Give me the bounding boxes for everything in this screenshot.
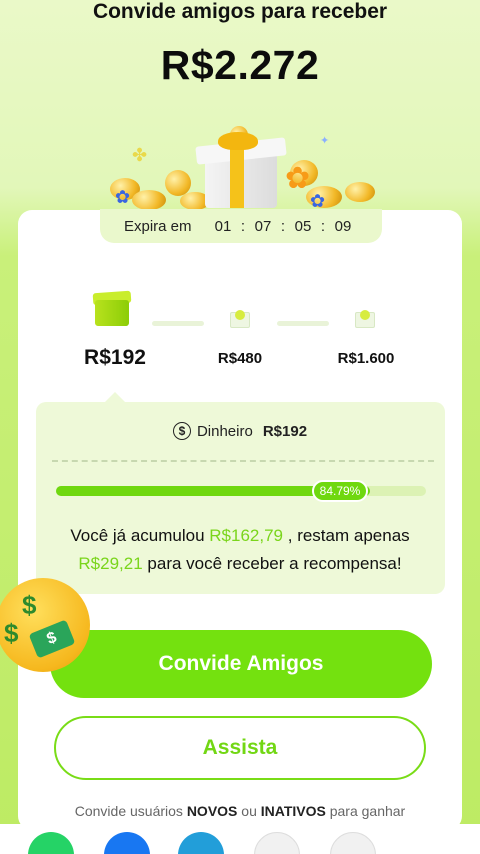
tier-connector [152,321,204,326]
invite-note: Convide usuários NOVOS ou INATIVOS para … [0,803,480,819]
message-prefix: Você já acumulou [70,526,205,545]
progress-percent-badge: 84.79% [312,480,368,502]
emoji-eye: $ [4,618,19,648]
sparkle-icon: ✦ [320,135,330,147]
note-new: NOVOS [186,803,238,819]
countdown-seconds: 09 [334,217,352,235]
gift-illustration: ✿ ✿ ✿ ✤ ✦ [110,126,380,215]
tier-amount-current[interactable]: R$192 [70,346,160,370]
remaining-amount: R$29,21 [78,554,143,573]
note-or: ou [241,803,257,819]
emoji-eye: $ [22,590,37,620]
progress-message: Você já acumulou R$162,79 , restam apena… [50,522,430,578]
gift-box-icon[interactable] [92,290,133,326]
money-face-emoji-icon[interactable]: $ $ $ [0,578,90,672]
flower-icon: ✿ [115,187,131,207]
dollar-icon: $ [172,422,191,440]
gift-box-icon[interactable] [227,304,253,330]
message-middle: , restam apenas [287,526,410,545]
page-title: Convide amigos para receber [92,0,388,23]
expiry-label: Expira em [124,217,192,235]
message-suffix: para você receber a recompensa! [147,554,402,573]
note-prefix: Convide usuários [74,803,183,819]
expiry-countdown: Expira em 01 : 07 : 05 : 09 [100,209,382,243]
accumulated-amount: R$162,79 [209,526,284,545]
countdown-minutes: 05 [294,217,312,235]
reward-amount: R$2.272 [160,42,320,88]
gift-box-icon[interactable] [352,304,378,330]
tier-connector [277,321,329,326]
tier-amount[interactable]: R$1.600 [320,350,412,367]
countdown-separator: : [320,217,326,235]
watch-button[interactable]: Assista [54,716,426,780]
cash-label: Dinheiro [196,422,253,440]
divider [52,460,434,462]
tier-amount[interactable]: R$480 [200,350,280,367]
cash-reward-row: $ Dinheiro R$192 [0,422,480,440]
clover-icon: ✤ [132,145,148,165]
emoji-money: $ [28,619,76,659]
flower-icon: ✿ [285,162,311,195]
countdown-separator: : [240,217,246,235]
invite-friends-button[interactable]: Convide Amigos [50,630,432,698]
countdown-days: 01 [214,217,232,235]
countdown-hours: 07 [254,217,272,235]
cash-amount: R$192 [262,422,308,440]
flower-icon: ✿ [310,191,326,211]
note-inactive: INATIVOS [260,803,326,819]
note-suffix: para ganhar [329,803,406,819]
countdown-separator: : [280,217,286,235]
